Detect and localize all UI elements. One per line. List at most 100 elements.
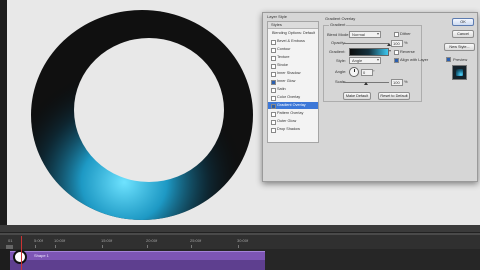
style-row[interactable]: Texture <box>268 54 318 61</box>
style-select[interactable]: Angle ▾ <box>349 57 381 64</box>
style-row-checkbox[interactable] <box>271 56 276 61</box>
style-row[interactable]: Pattern Overlay <box>268 110 318 117</box>
style-row-label: Outer Glow <box>277 119 297 123</box>
angle-label: Angle: <box>335 69 347 74</box>
opacity-value: 100 <box>393 41 400 46</box>
timeline-tick-mark <box>35 245 36 248</box>
style-preview-swatch <box>452 65 467 80</box>
style-row[interactable]: Drop Shadow <box>268 126 318 133</box>
scale-slider-knob[interactable] <box>364 82 368 85</box>
style-row-checkbox[interactable] <box>271 120 276 125</box>
timeline-panel: 01 5:00f 10:00f 15:00f 20:00f 25:00f 30:00f Sh… <box>0 225 480 270</box>
align-with-layer-checkbox[interactable] <box>394 58 399 63</box>
angle-value: 0 <box>363 70 366 75</box>
style-row[interactable]: Gradient Overlay <box>268 102 318 109</box>
style-chevron-down-icon: ▾ <box>376 57 379 62</box>
style-row-checkbox[interactable] <box>271 80 276 85</box>
timeline-tick-label: 20:00f <box>146 238 158 243</box>
layer-style-dialog: Layer Style Styles Blending Options: Def… <box>262 12 478 182</box>
angle-dial[interactable] <box>349 67 359 77</box>
canvas-left-edge <box>0 0 7 225</box>
styles-list: Styles Blending Options: Default Bevel & … <box>267 21 319 143</box>
ok-button[interactable]: OK <box>452 18 474 26</box>
gradient-label: Gradient: <box>329 49 346 54</box>
reverse-checkbox[interactable] <box>394 50 399 55</box>
gradient-chevron-down-icon[interactable]: ▾ <box>389 49 391 53</box>
preview-label: Preview <box>453 57 468 62</box>
style-row[interactable]: Inner Glow <box>268 78 318 85</box>
blend-mode-select[interactable]: Normal ▾ <box>349 31 381 38</box>
style-value: Angle <box>352 58 363 63</box>
style-row[interactable]: Color Overlay <box>268 94 318 101</box>
dither-label: Dither <box>400 31 411 36</box>
angle-unit: ° <box>373 69 375 74</box>
style-row[interactable]: Inner Shadow <box>268 70 318 77</box>
playhead[interactable] <box>21 236 22 270</box>
timeline-tick-label: 01 <box>8 238 13 243</box>
style-row-label: Satin <box>277 87 286 91</box>
layer-keyframe-lane <box>10 260 265 270</box>
scale-field[interactable]: 100 <box>391 79 403 86</box>
timeline-tick-label: 10:00f <box>54 238 66 243</box>
angle-field[interactable]: 0 <box>361 69 373 76</box>
style-row[interactable]: Bevel & Emboss <box>268 38 318 45</box>
reverse-label: Reverse <box>400 49 415 54</box>
reset-to-default-button[interactable]: Reset to Default <box>378 92 410 100</box>
timeline-tick-mark <box>147 245 148 248</box>
style-row-label: Stroke <box>277 63 288 67</box>
timeline-tick-mark <box>55 245 56 248</box>
style-row-checkbox[interactable] <box>271 40 276 45</box>
style-row[interactable]: Outer Glow <box>268 118 318 125</box>
timeline-tick-mark <box>102 245 103 248</box>
timeline-tick-label: 5:00f <box>34 238 43 243</box>
section-title: Gradient Overlay <box>325 16 356 21</box>
style-row-checkbox[interactable] <box>271 88 276 93</box>
styles-header-label: Styles <box>271 22 282 27</box>
opacity-unit: % <box>404 40 408 45</box>
cancel-button[interactable]: Cancel <box>452 30 474 38</box>
glowing-ring-artwork <box>31 10 253 220</box>
style-row-label: Color Overlay <box>277 95 301 99</box>
preview-checkbox[interactable] <box>446 57 451 62</box>
make-default-button[interactable]: Make Default <box>343 92 371 100</box>
timeline-toolbar <box>0 225 480 233</box>
style-row[interactable]: Blending Options: Default <box>268 30 318 37</box>
style-row-checkbox[interactable] <box>271 64 276 69</box>
chevron-down-icon: ▾ <box>376 31 379 36</box>
style-row-checkbox[interactable] <box>271 104 276 109</box>
opacity-field[interactable]: 100 <box>391 40 403 47</box>
layer-thumbnail[interactable] <box>13 250 27 264</box>
scale-unit: % <box>404 79 408 84</box>
style-row-label: Inner Shadow <box>277 71 301 75</box>
style-row-checkbox[interactable] <box>271 112 276 117</box>
timeline-tick-label: 15:00f <box>101 238 113 243</box>
track-header <box>0 249 10 270</box>
style-row-label: Texture <box>277 55 290 59</box>
timeline-tick-mark <box>238 245 239 248</box>
style-row-label: Bevel & Emboss <box>277 39 305 43</box>
dither-checkbox[interactable] <box>394 32 399 37</box>
style-row-checkbox[interactable] <box>271 48 276 53</box>
blend-mode-label: Blend Mode: <box>327 32 350 37</box>
style-row-label: Contour <box>277 47 291 51</box>
timeline-tick-label: 25:00f <box>190 238 202 243</box>
style-row-label: Gradient Overlay <box>277 103 306 107</box>
style-row-checkbox[interactable] <box>271 72 276 77</box>
align-with-layer-label: Align with Layer <box>400 57 429 62</box>
scale-value: 100 <box>393 80 400 85</box>
style-row-checkbox[interactable] <box>271 128 276 133</box>
layer-name: Shape 1 <box>34 253 49 258</box>
style-row[interactable]: Contour <box>268 46 318 53</box>
gradient-picker[interactable] <box>349 48 389 56</box>
new-style-button[interactable]: New Style... <box>444 43 475 51</box>
style-row-label: Pattern Overlay <box>277 111 304 115</box>
blend-mode-value: Normal <box>352 32 365 37</box>
opacity-slider[interactable] <box>343 43 389 44</box>
timeline-tick-label: 30:00f <box>237 238 249 243</box>
style-label: Style: <box>336 58 347 63</box>
style-row[interactable]: Satin <box>268 86 318 93</box>
style-row[interactable]: Stroke <box>268 62 318 69</box>
group-title: Gradient <box>329 22 347 27</box>
style-row-label: Blending Options: Default <box>272 31 316 35</box>
style-row-checkbox[interactable] <box>271 96 276 101</box>
